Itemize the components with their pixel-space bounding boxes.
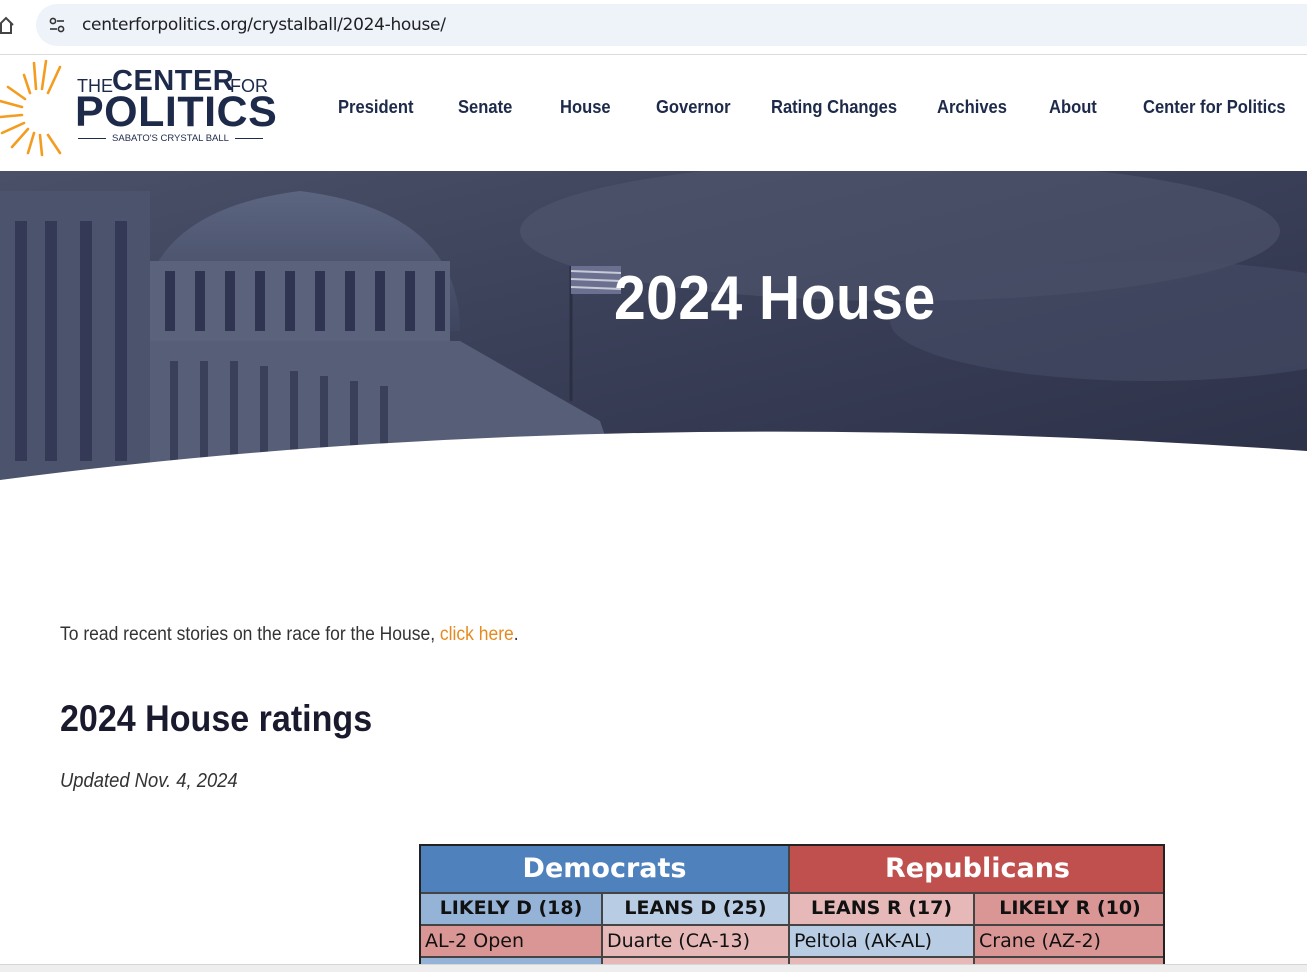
ratings-heading: 2024 House ratings [60, 698, 373, 739]
republicans-header: Republicans [790, 846, 1163, 894]
leans-r-header: LEANS R (17) [790, 894, 975, 926]
nav-senate[interactable]: Senate [458, 97, 512, 118]
nav-about[interactable]: About [1049, 97, 1097, 118]
logo-politics-text: POLITICS [75, 88, 278, 136]
site-logo[interactable]: THE CENTER FOR POLITICS SABATO'S CRYSTAL… [0, 55, 280, 171]
home-icon[interactable] [0, 14, 14, 36]
address-bar[interactable]: centerforpolitics.org/crystalball/2024-h… [36, 4, 1307, 46]
nav-archives[interactable]: Archives [937, 97, 1007, 118]
browser-toolbar: centerforpolitics.org/crystalball/2024-h… [0, 0, 1307, 55]
click-here-link[interactable]: click here [440, 624, 514, 645]
likely-r-header: LIKELY R (10) [975, 894, 1163, 926]
likely-d-header: LIKELY D (18) [421, 894, 603, 926]
race-cell: Crane (AZ-2) [975, 926, 1163, 958]
logo-tagline-text: SABATO'S CRYSTAL BALL [112, 133, 229, 144]
site-header: THE CENTER FOR POLITICS SABATO'S CRYSTAL… [0, 55, 1307, 171]
race-cell: AL-2 Open [421, 926, 603, 958]
intro-paragraph: To read recent stories on the race for t… [60, 624, 519, 646]
race-cell: Peltola (AK-AL) [790, 926, 975, 958]
sunburst-logo-icon [0, 59, 62, 157]
site-settings-icon[interactable] [48, 16, 66, 34]
updated-date: Updated Nov. 4, 2024 [60, 770, 238, 792]
democrats-header: Democrats [421, 846, 790, 894]
leans-d-header: LEANS D (25) [603, 894, 790, 926]
url-text[interactable]: centerforpolitics.org/crystalball/2024-h… [82, 15, 446, 35]
nav-center-for-politics[interactable]: Center for Politics [1143, 97, 1286, 118]
nav-rating-changes[interactable]: Rating Changes [771, 97, 897, 118]
race-cell: Duarte (CA-13) [603, 926, 790, 958]
nav-governor[interactable]: Governor [656, 97, 731, 118]
nav-house[interactable]: House [560, 97, 611, 118]
hero-banner: 2024 House [0, 171, 1307, 480]
logo-tagline: SABATO'S CRYSTAL BALL [78, 133, 264, 144]
nav-president[interactable]: President [338, 97, 413, 118]
intro-period: . [513, 624, 519, 645]
intro-text: To read recent stories on the race for t… [60, 624, 436, 645]
house-ratings-table: Democrats Republicans LIKELY D (18) LEAN… [419, 844, 1165, 971]
page-title: 2024 House [614, 264, 936, 333]
